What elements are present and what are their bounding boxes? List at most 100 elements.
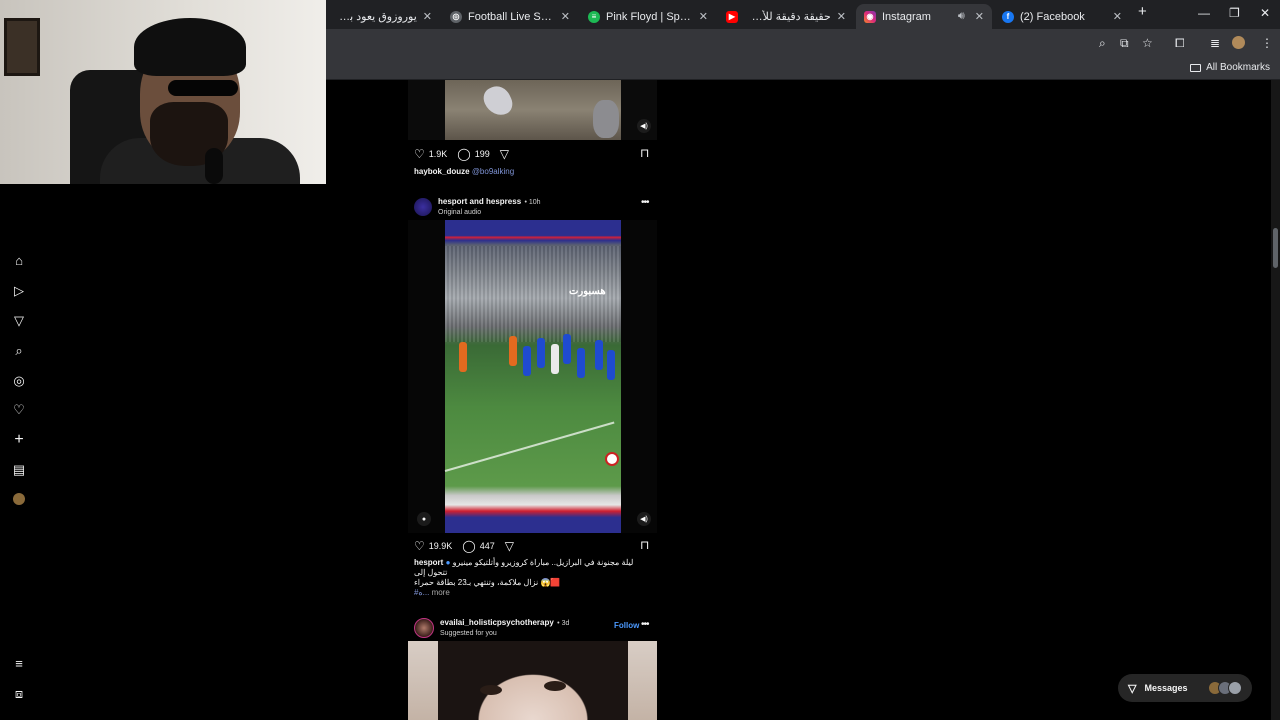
install-app-icon[interactable]: ⧉ — [1120, 36, 1129, 51]
facebook-icon: f — [1002, 10, 1014, 23]
tab-title: Pink Floyd | Spotify — [606, 10, 693, 23]
close-icon[interactable]: ✕ — [423, 10, 432, 23]
close-icon[interactable]: ✕ — [837, 10, 846, 23]
menu-dots-icon[interactable]: ⋮ — [1261, 36, 1273, 50]
star-icon[interactable]: ☆ — [1142, 36, 1153, 50]
post3-options-icon[interactable]: ••• — [641, 619, 649, 630]
portrait-eye — [480, 685, 502, 695]
post2-comments: 447 — [479, 541, 495, 551]
comment-icon[interactable]: ◯ — [462, 539, 475, 553]
post2-caption-line2: نزال ملاكمة، وتنتهي بـ23 بطاقة حمراء 😱🟥 — [414, 578, 561, 587]
post3-image[interactable] — [408, 641, 657, 720]
post2-more-link[interactable]: more — [432, 588, 450, 597]
post1-video[interactable]: ◀) — [408, 80, 657, 140]
tab-4[interactable]: ◉ Instagram 🔊︎ ✕ — [856, 4, 992, 29]
post2-video[interactable]: هسبورت ● ◀) — [408, 220, 657, 533]
player-blue — [607, 350, 615, 380]
post3-suggested: Suggested for you — [440, 630, 497, 637]
audio-icon[interactable]: ◀) — [637, 512, 651, 526]
all-bookmarks-button[interactable]: All Bookmarks — [1190, 62, 1270, 73]
speaker-icon[interactable]: 🔊︎ — [958, 10, 965, 23]
zoom-icon[interactable]: ⌕ — [1099, 36, 1106, 51]
instagram-sidebar: ⌂ ▷ ▽ ⌕ ◎ ♡ + ▤ ≡ ⧈ — [0, 184, 40, 720]
comment-icon[interactable]: ◯ — [457, 147, 470, 161]
profile-avatar[interactable] — [13, 493, 25, 505]
page-scrollbar[interactable] — [1271, 80, 1280, 720]
webcam-overlay — [0, 0, 326, 184]
post2-avatar[interactable] — [414, 197, 432, 216]
explore-icon[interactable]: ◎ — [12, 374, 26, 388]
tab-1[interactable]: ◎ Football Live Scores, Late ✕ — [442, 4, 578, 29]
messages-button[interactable]: ▽ Messages — [1118, 674, 1252, 702]
audio-icon[interactable]: ◀) — [637, 119, 651, 133]
post2-username[interactable]: hesport and hespress — [438, 197, 521, 206]
post1-actions: ♡ 1.9K ◯ 199 ▽ — [414, 147, 509, 161]
new-tab-button[interactable]: + — [1138, 3, 1147, 20]
post1-likes: 1.9K — [428, 149, 448, 159]
post3-time: • 3d — [557, 620, 570, 627]
post3-avatar[interactable] — [414, 617, 434, 638]
shoe-image — [479, 81, 517, 121]
youtube-icon: ▶ — [726, 10, 738, 23]
player-white — [551, 344, 559, 374]
follow-button[interactable]: Follow — [614, 621, 639, 630]
direct-icon[interactable]: ▽ — [12, 314, 26, 328]
football-match-frame: هسبورت — [444, 220, 621, 533]
media-controls-icon[interactable]: ≣ — [1210, 36, 1220, 50]
tab-5[interactable]: f (2) Facebook ✕ — [994, 4, 1130, 29]
post2-options-icon[interactable]: ••• — [641, 197, 649, 208]
scrollbar-thumb[interactable] — [1273, 228, 1278, 268]
extensions-icon[interactable]: ⧠ — [1175, 36, 1185, 51]
streamer-glasses — [168, 80, 238, 96]
profile-avatar[interactable] — [1232, 36, 1245, 49]
like-heart-icon[interactable]: ♡ — [414, 147, 425, 161]
share-icon[interactable]: ▽ — [500, 147, 509, 161]
save-bookmark-icon[interactable]: ⊓ — [640, 538, 649, 552]
tagged-people-icon[interactable]: ● — [417, 512, 431, 526]
close-icon[interactable]: ✕ — [699, 10, 708, 23]
post1-video-frame — [445, 80, 621, 140]
search-icon[interactable]: ⌕ — [12, 344, 26, 358]
post1-caption-mention[interactable]: @bo9alking — [472, 167, 514, 176]
microphone — [205, 148, 223, 184]
window-close-icon[interactable]: ✕ — [1260, 6, 1270, 20]
close-icon[interactable]: ✕ — [1113, 10, 1122, 23]
tab-2[interactable]: ≡ Pink Floyd | Spotify ✕ — [580, 4, 716, 29]
post1-caption-user[interactable]: haybok_douze — [414, 167, 470, 176]
post2-caption: hesport ● ليلة مجنونة في البرازيل.. مبار… — [414, 558, 654, 588]
globe-icon: ◎ — [450, 10, 462, 23]
player-orange — [459, 342, 467, 372]
tab-title: Instagram — [882, 10, 931, 23]
tab-3[interactable]: ▶ حقيقة دقيقة للأساطير سحر ✕ — [718, 4, 854, 29]
post1-caption: haybok_douze @bo9alking — [414, 167, 514, 176]
streamer-hat — [134, 18, 246, 76]
create-plus-icon[interactable]: + — [12, 432, 26, 448]
post2-hashtags[interactable]: #ه... — [414, 588, 429, 597]
threads-icon[interactable]: ⧈ — [12, 687, 26, 701]
close-icon[interactable]: ✕ — [975, 10, 984, 23]
post2-audio[interactable]: Original audio — [438, 208, 541, 218]
player-orange — [509, 336, 517, 366]
post2-caption-user[interactable]: hesport — [414, 558, 443, 567]
wall-picture — [4, 18, 40, 76]
tab-0[interactable]: يوروزوق يعود بقوة وضارب ✕ — [330, 4, 440, 29]
save-bookmark-icon[interactable]: ⊓ — [640, 146, 649, 160]
sticker-ball — [605, 452, 619, 466]
home-icon[interactable]: ⌂ — [12, 254, 26, 268]
instagram-icon: ◉ — [864, 10, 876, 23]
more-menu-icon[interactable]: ≡ — [12, 657, 26, 671]
like-heart-icon[interactable]: ♡ — [414, 539, 425, 553]
share-icon[interactable]: ▽ — [505, 539, 514, 553]
post3-username[interactable]: evailai_holisticpsychotherapy — [440, 618, 554, 627]
notifications-heart-icon[interactable]: ♡ — [12, 403, 26, 417]
minimize-icon[interactable]: — — [1198, 6, 1210, 20]
reels-icon[interactable]: ▷ — [12, 284, 26, 298]
dashboard-icon[interactable]: ▤ — [12, 463, 26, 477]
post2-header: hesport and hespress • 10h Original audi… — [414, 195, 541, 218]
close-icon[interactable]: ✕ — [561, 10, 570, 23]
post1-comments: 199 — [474, 149, 490, 159]
player-blue — [563, 334, 571, 364]
restore-icon[interactable]: ❐ — [1229, 6, 1240, 20]
post2-caption-more-row: #ه... more — [414, 588, 450, 597]
bookmarks-bar: All Bookmarks — [326, 56, 1280, 80]
